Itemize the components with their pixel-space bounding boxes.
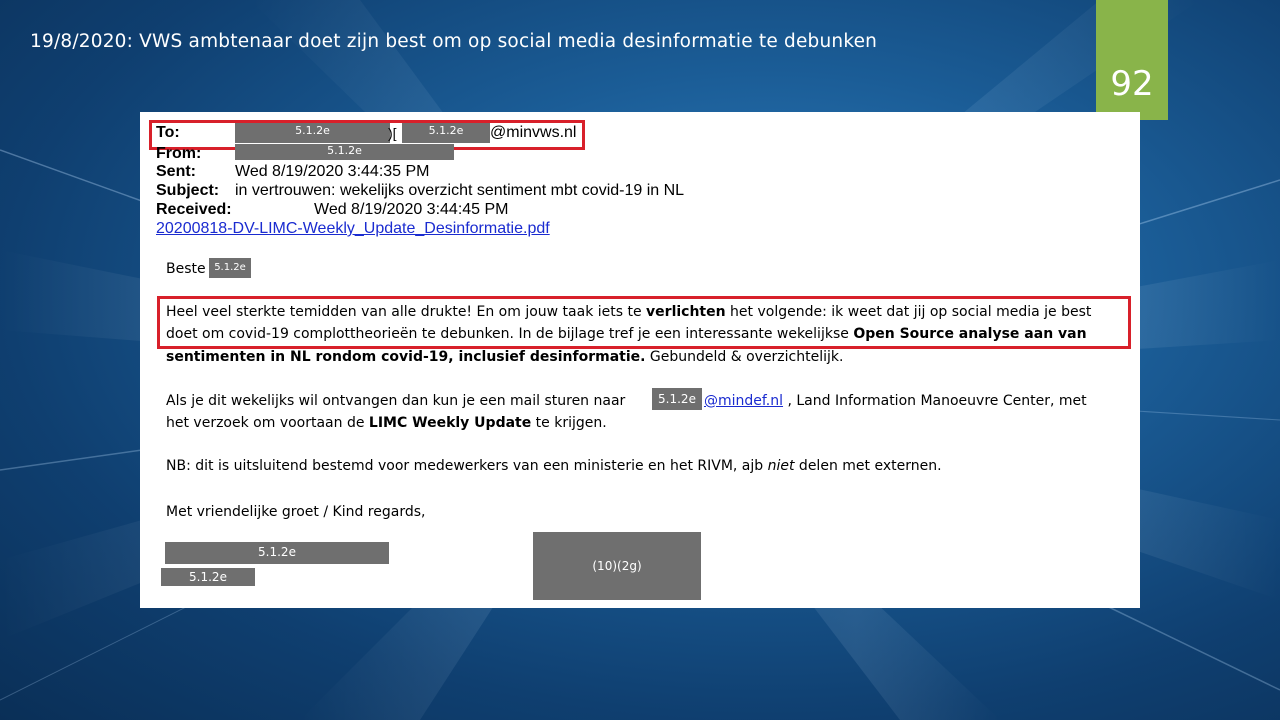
paragraph-highlight-box <box>157 296 1131 349</box>
paragraph-1-line-3: sentimenten in NL rondom covid-19, inclu… <box>166 349 844 365</box>
attachment-link[interactable]: 20200818-DV-LIMC-Weekly_Update_Desinform… <box>156 220 550 238</box>
paragraph-3: NB: dit is uitsluitend bestemd voor mede… <box>166 458 942 474</box>
signature-redaction-3: (10)(2g) <box>533 532 701 600</box>
from-redaction: 5.1.2e <box>235 144 454 160</box>
greeting: Beste <box>166 261 206 277</box>
received-value: Wed 8/19/2020 3:44:45 PM <box>314 201 509 218</box>
page-number: 92 <box>1110 64 1154 104</box>
paragraph-2-line-1-start: Als je dit wekelijks wil ontvangen dan k… <box>166 393 626 409</box>
mindef-email-link[interactable]: @mindef.nl <box>704 393 783 409</box>
page-number-tab: 92 <box>1096 0 1168 120</box>
paragraph-2-line-1-end: @mindef.nl , Land Information Manoeuvre … <box>704 393 1087 409</box>
paragraph-2-line-2: het verzoek om voortaan de LIMC Weekly U… <box>166 415 607 431</box>
received-label: Received: <box>156 201 232 218</box>
slide-title: 19/8/2020: VWS ambtenaar doet zijn best … <box>30 31 878 52</box>
from-label: From: <box>156 145 202 159</box>
subject-value: in vertrouwen: wekelijks overzicht senti… <box>235 182 685 199</box>
mindef-redaction: 5.1.2e <box>652 388 702 410</box>
sent-label: Sent: <box>156 163 196 180</box>
subject-label: Subject: <box>156 182 220 199</box>
closing: Met vriendelijke groet / Kind regards, <box>166 504 426 520</box>
sent-value: Wed 8/19/2020 3:44:35 PM <box>235 163 430 180</box>
greeting-redaction: 5.1.2e <box>209 258 251 278</box>
signature-redaction-1: 5.1.2e <box>165 542 389 564</box>
signature-redaction-2: 5.1.2e <box>161 568 255 586</box>
email-screenshot: To: 5.1.2e )[ 5.1.2e @minvws.nl From: 5.… <box>140 112 1140 608</box>
